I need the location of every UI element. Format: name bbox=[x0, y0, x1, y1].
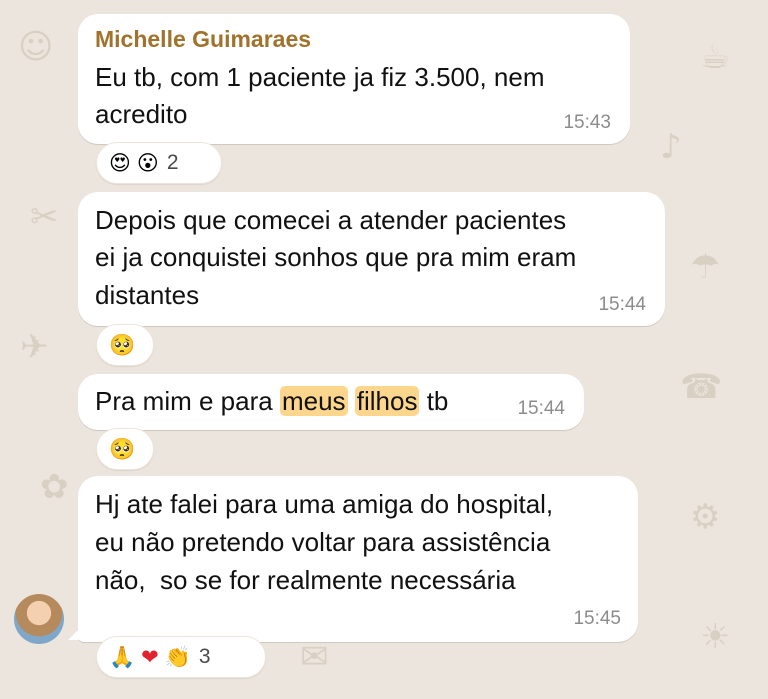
red-heart-emoji-icon: ❤ bbox=[141, 644, 159, 669]
message-bubble[interactable]: Michelle Guimaraes Eu tb, com 1 paciente… bbox=[78, 14, 630, 144]
doodle-icon: ☂ bbox=[690, 247, 721, 287]
pleading-face-emoji-icon: 🥺 bbox=[109, 332, 136, 357]
message-bubble[interactable]: Depois que comecei a atender pacientes e… bbox=[78, 192, 665, 326]
message-text-line: não, so se for realmente necessária bbox=[95, 565, 516, 595]
message-text-line: ei ja conquistei sonhos que pra mim eram bbox=[95, 242, 577, 272]
reaction-bar[interactable]: 🥺 bbox=[96, 324, 154, 366]
message-timestamp: 15:43 bbox=[563, 112, 611, 133]
doodle-icon: ✉ bbox=[300, 637, 329, 677]
clapping-hands-emoji-icon: 👏 bbox=[164, 644, 191, 669]
folded-hands-emoji-icon: 🙏 bbox=[109, 644, 136, 669]
message-text-segment bbox=[348, 386, 355, 416]
reaction-bar[interactable]: 🙏 ❤ 👏 3 bbox=[96, 636, 266, 678]
message-text-line: Depois que comecei a atender pacientes bbox=[95, 205, 567, 235]
reaction-count: 3 bbox=[198, 645, 211, 668]
reaction-count: 2 bbox=[166, 151, 179, 174]
reaction-bar[interactable]: 😍 😮 2 bbox=[96, 142, 222, 184]
doodle-icon: ☕ bbox=[700, 37, 731, 77]
message-text-line: Hj ate falei para uma amiga do hospital, bbox=[95, 489, 554, 519]
message-bubble[interactable]: Pra mim e para meus filhos tb 15:44 bbox=[78, 374, 584, 430]
doodle-icon: ☀ bbox=[700, 617, 731, 657]
message-text-segment: tb bbox=[419, 386, 449, 416]
doodle-icon: ✿ bbox=[40, 467, 69, 507]
pleading-face-emoji-icon: 🥺 bbox=[109, 436, 136, 461]
surprised-emoji-icon: 😮 bbox=[136, 150, 159, 175]
message-text-line: eu não pretendo voltar para assistência bbox=[95, 527, 551, 557]
avatar[interactable] bbox=[14, 594, 64, 644]
message-timestamp: 15:44 bbox=[598, 294, 646, 315]
doodle-icon: ✂ bbox=[30, 197, 59, 237]
highlighted-word: filhos bbox=[354, 386, 420, 416]
doodle-icon: ⚙ bbox=[690, 497, 721, 537]
message-text-line: Eu tb, com 1 paciente ja fiz 3.500, nem bbox=[95, 62, 545, 92]
heart-eyes-emoji-icon: 😍 bbox=[109, 150, 131, 175]
doodle-icon: ✈ bbox=[20, 327, 49, 367]
reaction-bar[interactable]: 🥺 bbox=[96, 428, 154, 470]
doodle-icon: ♪ bbox=[660, 127, 682, 167]
message-text: Pra mim e para meus filhos tb bbox=[95, 381, 448, 422]
message-text-line: acredito bbox=[95, 99, 188, 129]
message-text-segment: Pra mim e para bbox=[95, 386, 280, 416]
sender-name[interactable]: Michelle Guimaraes bbox=[95, 26, 311, 53]
message-timestamp: 15:45 bbox=[573, 608, 621, 629]
doodle-icon: ☺ bbox=[18, 27, 54, 67]
message-timestamp: 15:44 bbox=[517, 398, 565, 419]
message-text-line: distantes bbox=[95, 280, 200, 310]
highlighted-word: meus bbox=[279, 386, 348, 416]
doodle-icon: ☎ bbox=[680, 367, 723, 407]
message-bubble[interactable]: Hj ate falei para uma amiga do hospital,… bbox=[78, 476, 638, 642]
